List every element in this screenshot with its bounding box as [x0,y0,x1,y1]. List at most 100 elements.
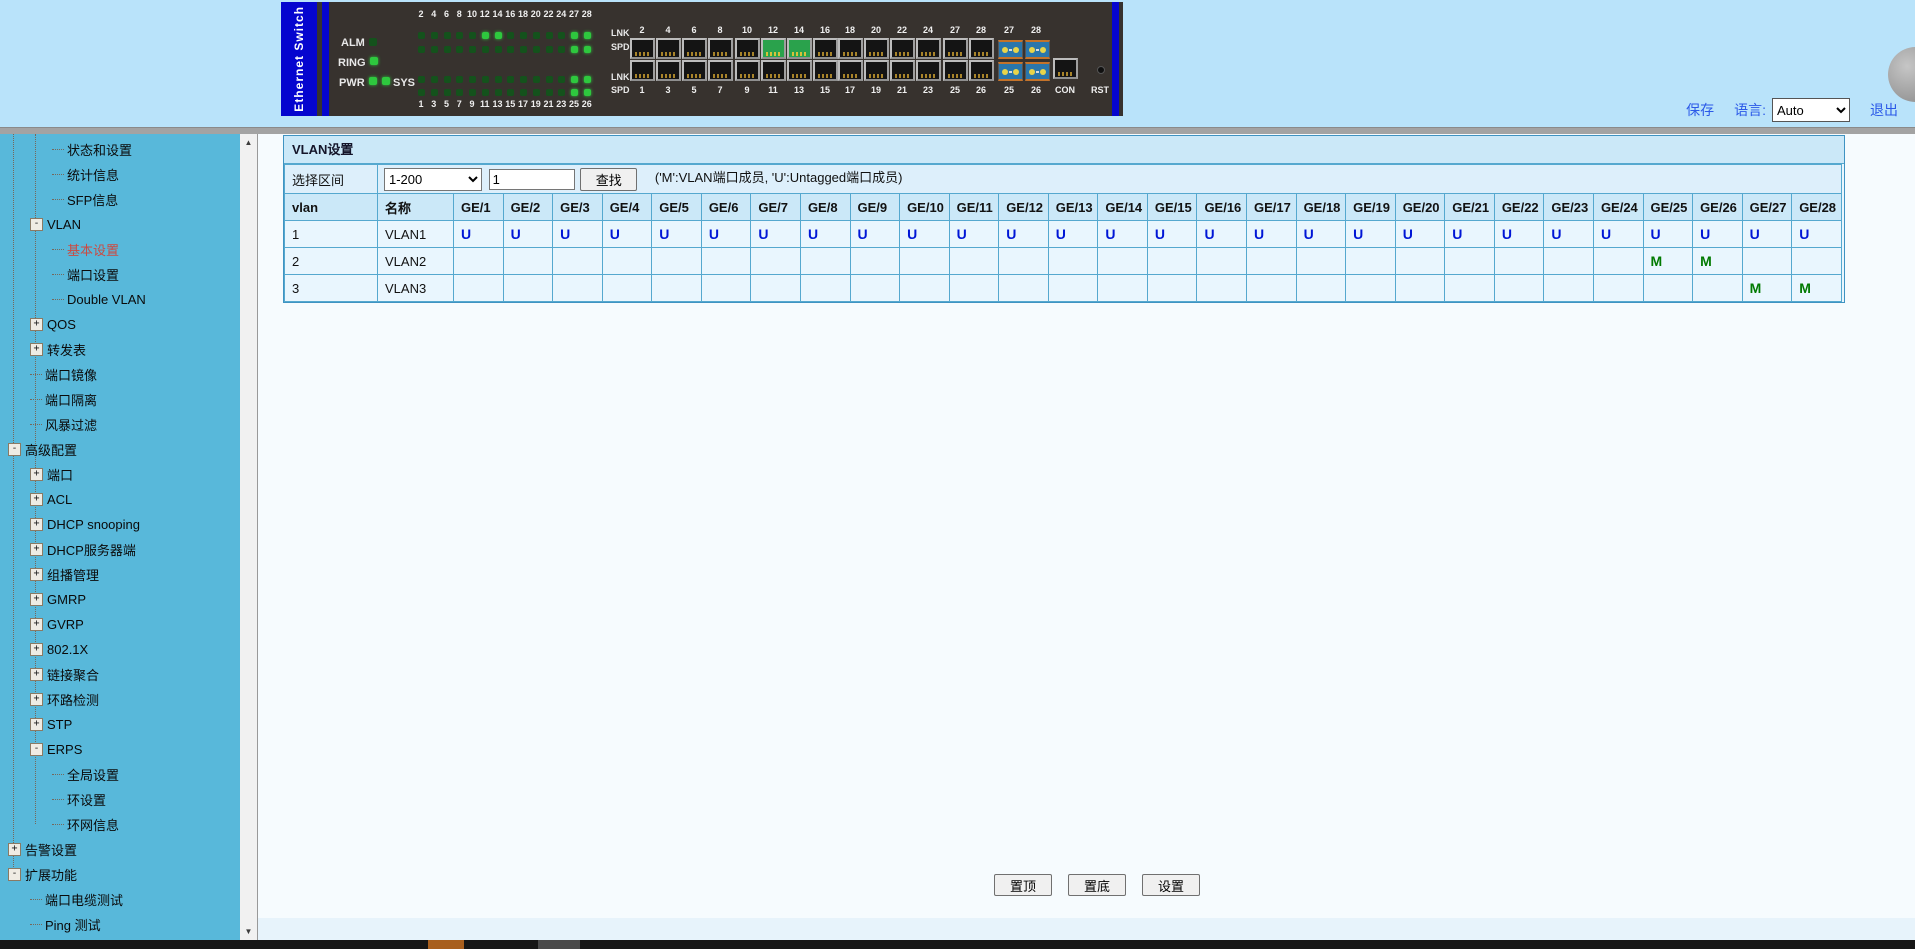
lnk-row-label: LNK [611,72,630,82]
sidebar-item[interactable]: + ACL [0,487,240,512]
scroll-down-button[interactable]: ▼ [240,923,257,940]
search-button[interactable]: 查找 [580,167,638,191]
sidebar-item[interactable]: 环设置 [0,787,240,812]
floating-scroll-button[interactable] [1888,47,1915,102]
sidebar-item[interactable]: 端口镜像 [0,362,240,387]
tree-connector [52,199,64,200]
port-status-led [418,46,425,53]
scroll-up-button[interactable]: ▲ [240,134,257,151]
sidebar-item[interactable]: - ERPS [0,737,240,762]
expand-icon[interactable]: + [30,343,43,356]
sfp-port [998,62,1023,81]
ring-led-label: RING [338,57,366,69]
ethernet-switch-label: Ethernet Switch [292,6,306,112]
port-number: 12 [767,25,778,35]
sidebar-item[interactable]: SFP信息 [0,187,240,212]
move-bottom-button[interactable]: 置底 [1068,874,1126,896]
port-column-header: GE/25 [1642,193,1694,221]
expand-icon[interactable]: + [30,568,43,581]
collapse-icon[interactable]: - [8,868,21,881]
range-select[interactable]: 1-200 [384,167,482,191]
top-banner: Ethernet Switch ALM RING PWR SYS 2 4 6 8 10 1… [0,0,1915,127]
expand-icon[interactable]: + [30,493,43,506]
logout-link[interactable]: 退出 [1870,100,1898,120]
expand-icon[interactable]: + [30,543,43,556]
sidebar-item-label: 端口电缆测试 [45,893,124,908]
sidebar-item[interactable]: + GMRP [0,587,240,612]
rj45-port [864,38,889,59]
sidebar-item[interactable]: - VLAN [0,212,240,237]
collapse-icon[interactable]: - [8,443,21,456]
sidebar-item[interactable]: + DHCP snooping [0,512,240,537]
port-status-led [532,32,540,39]
sidebar-item[interactable]: + 端口 [0,462,240,487]
expand-icon[interactable]: + [30,518,43,531]
sidebar-item[interactable]: - 扩展功能 [0,862,240,887]
vlan-name-cell: VLAN1 [377,220,454,248]
sidebar-item[interactable]: 端口隔离 [0,387,240,412]
port-column-header: GE/6 [700,193,752,221]
sidebar-item[interactable]: + 组播管理 [0,562,240,587]
sidebar-item[interactable]: 基本设置 [0,237,240,262]
member-cell [1345,274,1396,302]
sidebar-item[interactable]: 端口设置 [0,262,240,287]
port-status-led [418,32,425,39]
sidebar-item[interactable]: + STP [0,712,240,737]
port-number: 17 [844,85,855,95]
collapse-icon[interactable]: - [30,218,43,231]
sidebar-item[interactable]: Double VLAN [0,287,240,312]
vlan-column-header: vlan [284,193,378,221]
sidebar-item[interactable]: - 高级配置 [0,437,240,462]
expand-icon[interactable]: + [30,618,43,631]
port-column-header: GE/3 [552,193,603,221]
expand-icon[interactable]: + [30,318,43,331]
expand-icon[interactable]: + [8,843,21,856]
sidebar-item[interactable]: +802.1X [0,637,240,662]
port-number: 13 [793,85,804,95]
language-select[interactable]: Auto [1772,98,1850,122]
sidebar-item[interactable]: + 转发表 [0,337,240,362]
collapse-icon[interactable]: - [30,743,43,756]
sidebar-item-label: 扩展功能 [25,868,78,883]
sidebar-item-label: 端口镜像 [45,368,98,383]
sidebar-item[interactable]: Ping 测试 [0,912,240,937]
sidebar-item-label: Ping 测试 [45,918,101,933]
sidebar-item-label: 告警设置 [25,843,78,858]
rj45-port [630,60,655,81]
port-column-header: GE/20 [1394,193,1446,221]
port-number: 25 [949,85,960,95]
port-status-led [469,76,476,83]
sidebar-item-label: 全局设置 [67,768,120,783]
port-status-led [583,89,591,96]
apply-button[interactable]: 设置 [1142,874,1200,896]
move-top-button[interactable]: 置顶 [994,874,1052,896]
sidebar-item[interactable]: 环网信息 [0,812,240,837]
sidebar-item[interactable]: 风暴过滤 [0,412,240,437]
sidebar-item[interactable]: 统计信息 [0,162,240,187]
save-link[interactable]: 保存 [1686,100,1714,120]
sidebar-item[interactable]: + 链接聚合 [0,662,240,687]
expand-icon[interactable]: + [30,718,43,731]
expand-icon[interactable]: + [30,668,43,681]
expand-icon[interactable]: + [30,593,43,606]
sidebar-item[interactable]: + DHCP服务器端 [0,537,240,562]
sidebar-item[interactable]: 端口电缆测试 [0,887,240,912]
sidebar-item[interactable]: + 告警设置 [0,837,240,862]
tree-connector [52,774,64,775]
member-cell [750,247,801,275]
expand-icon[interactable]: + [30,693,43,706]
sidebar-item[interactable]: 全局设置 [0,762,240,787]
port-number: 2 [639,25,645,35]
expand-icon[interactable]: + [30,468,43,481]
member-cell: U [899,220,950,248]
sidebar-item[interactable]: + GVRP [0,612,240,637]
sidebar-item[interactable]: + 环路检测 [0,687,240,712]
sidebar-item[interactable]: 状态和设置 [0,137,240,162]
vlan-search-input[interactable] [488,168,575,190]
port-number: 28 [1030,25,1041,35]
member-cell: U [849,220,901,248]
member-cell [1047,274,1099,302]
sidebar-item[interactable]: + QOS [0,312,240,337]
expand-icon[interactable]: + [30,643,43,656]
sidebar-scrollbar[interactable]: ▲ ▼ [240,134,258,940]
